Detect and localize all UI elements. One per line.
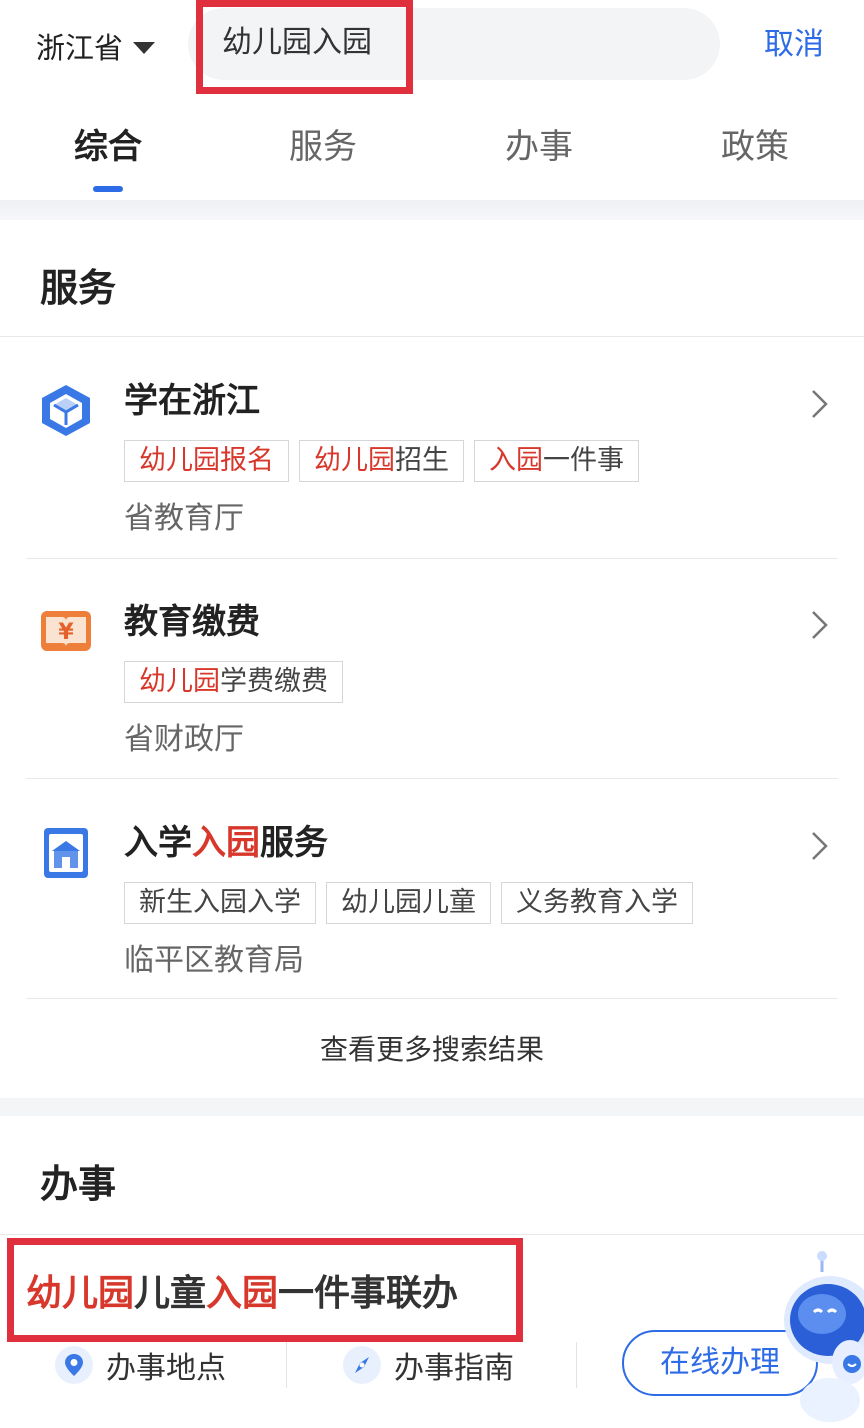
chevron-right-icon <box>812 611 828 639</box>
guide-label: 办事指南 <box>394 1351 514 1386</box>
tag[interactable]: 幼儿园儿童 <box>326 882 491 924</box>
service-item-enrollment-service[interactable]: 入学入园服务 新生入园入学 幼儿园儿童 义务教育入学 临平区教育局 <box>0 780 864 1000</box>
affair-annotation-box <box>7 1238 523 1342</box>
affairs-section-title: 办事 <box>40 1162 117 1206</box>
divider <box>0 336 864 337</box>
result-tabs: 综合 服务 办事 政策 <box>0 100 864 196</box>
service-department: 省财政厅 <box>124 722 244 757</box>
yuan-book-icon: ¥ <box>41 611 91 651</box>
active-tab-indicator <box>93 186 123 192</box>
dropdown-caret-icon <box>133 41 156 54</box>
tag[interactable]: 新生入园入学 <box>124 882 316 924</box>
section-divider <box>0 1098 864 1116</box>
service-title: 教育缴费 <box>124 602 260 642</box>
assistant-robot-icon[interactable] <box>770 1250 864 1428</box>
tag[interactable]: 幼儿园报名 <box>124 440 289 482</box>
more-results-link[interactable]: 查看更多搜索结果 <box>0 1028 864 1072</box>
service-tags: 幼儿园报名 幼儿园招生 入园一件事 <box>124 440 649 482</box>
divider <box>26 998 838 999</box>
tab-policies[interactable]: 政策 <box>685 122 825 172</box>
service-department: 省教育厅 <box>124 501 244 536</box>
divider <box>26 778 838 779</box>
svg-text:¥: ¥ <box>58 620 74 645</box>
location-label: 办事地点 <box>106 1351 226 1386</box>
location-action[interactable]: 办事地点 <box>54 1340 226 1390</box>
cube-icon <box>42 385 90 436</box>
service-tags: 新生入园入学 幼儿园儿童 义务教育入学 <box>124 882 703 924</box>
search-annotation-box <box>196 0 413 94</box>
school-building-icon <box>44 828 88 878</box>
service-item-education-payment[interactable]: ¥ 教育缴费 幼儿园学费缴费 省财政厅 <box>0 559 864 779</box>
tag[interactable]: 幼儿园学费缴费 <box>124 661 343 703</box>
location-pin-icon <box>55 1346 93 1384</box>
divider <box>576 1342 577 1388</box>
chevron-right-icon <box>812 832 828 860</box>
service-title: 入学入园服务 <box>124 823 328 863</box>
tab-affairs[interactable]: 办事 <box>469 122 609 172</box>
tag[interactable]: 入园一件事 <box>474 440 639 482</box>
compass-icon <box>343 1346 381 1384</box>
divider <box>286 1342 287 1388</box>
divider <box>0 1234 864 1235</box>
chevron-right-icon <box>812 390 828 418</box>
tab-general[interactable]: 综合 <box>38 122 178 172</box>
top-bar: 浙江省 幼儿园入园 取消 <box>0 0 864 94</box>
services-section-title: 服务 <box>40 266 117 310</box>
tab-services[interactable]: 服务 <box>253 122 393 172</box>
tag[interactable]: 义务教育入学 <box>501 882 693 924</box>
tag[interactable]: 幼儿园招生 <box>299 440 464 482</box>
guide-action[interactable]: 办事指南 <box>342 1340 514 1390</box>
cancel-button[interactable]: 取消 <box>764 20 824 70</box>
service-item-xue-zai-zhejiang[interactable]: 学在浙江 幼儿园报名 幼儿园招生 入园一件事 省教育厅 <box>0 338 864 558</box>
section-divider <box>0 200 864 220</box>
service-tags: 幼儿园学费缴费 <box>124 661 353 703</box>
service-title: 学在浙江 <box>124 381 260 421</box>
region-label: 浙江省 <box>36 31 124 65</box>
region-selector[interactable]: 浙江省 <box>36 22 156 70</box>
service-department: 临平区教育局 <box>124 943 304 978</box>
